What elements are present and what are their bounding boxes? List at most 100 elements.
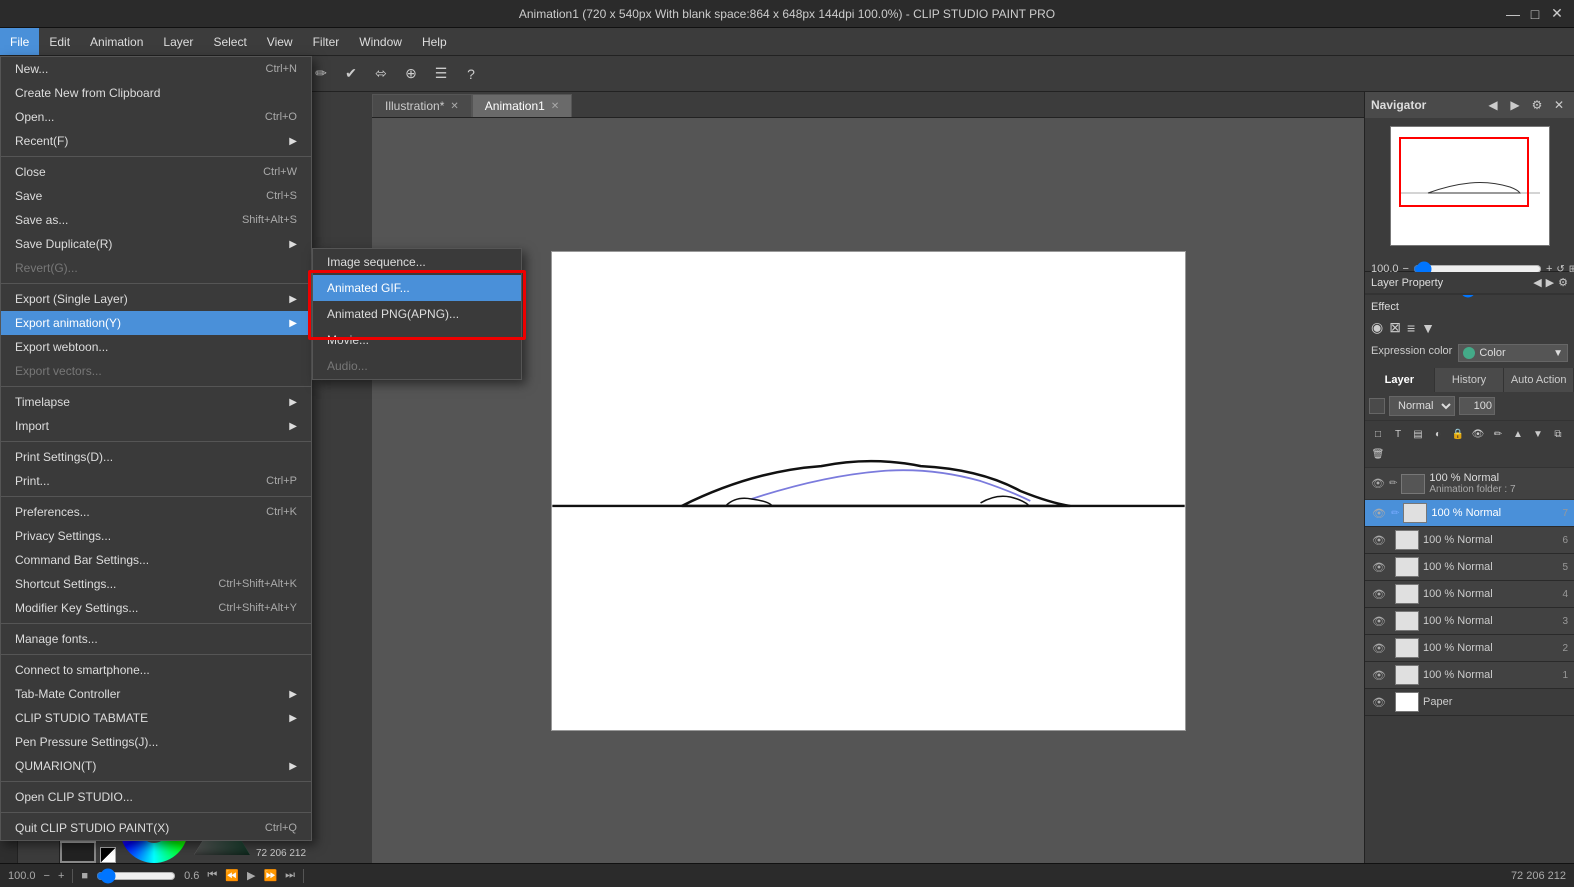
status-zoom-minus[interactable]: −	[44, 870, 50, 882]
li-copy[interactable]: ⧉	[1549, 425, 1567, 443]
menu-animation[interactable]: Animation	[80, 28, 153, 55]
layer-prop-btn-2[interactable]: ▶	[1546, 276, 1554, 289]
status-play-next[interactable]: ⏩	[263, 869, 277, 882]
layer-prop-btn-1[interactable]: ◀	[1533, 276, 1541, 289]
eye-2[interactable]: 👁	[1371, 640, 1387, 656]
li-group[interactable]: ▤	[1409, 425, 1427, 443]
layer-row-5[interactable]: 👁 100 % Normal 5	[1365, 554, 1574, 581]
li-lock[interactable]: 🔒	[1449, 425, 1467, 443]
fm-timelapse[interactable]: Timelapse ▶	[1, 390, 311, 414]
esm-image-sequence[interactable]: Image sequence...	[313, 249, 521, 275]
fm-recent[interactable]: Recent(F) ▶	[1, 129, 311, 153]
menu-window[interactable]: Window	[349, 28, 412, 55]
fm-export-webtoon[interactable]: Export webtoon...	[1, 335, 311, 359]
fm-open[interactable]: Open... Ctrl+O	[1, 105, 311, 129]
status-play-btn[interactable]: ▶	[247, 869, 255, 882]
eye-icon-group[interactable]: 👁	[1371, 477, 1385, 490]
fm-shortcut-settings[interactable]: Shortcut Settings... Ctrl+Shift+Alt+K	[1, 572, 311, 596]
eye-paper[interactable]: 👁	[1371, 694, 1387, 710]
li-delete[interactable]: 🗑	[1369, 445, 1387, 463]
status-frame-slider[interactable]	[96, 868, 176, 884]
nav-gear[interactable]: ⚙	[1528, 96, 1546, 114]
nav-close[interactable]: ✕	[1550, 96, 1568, 114]
li-move-down[interactable]: ▼	[1529, 425, 1547, 443]
color-reset-icon[interactable]	[100, 847, 116, 863]
layer-row-2[interactable]: 👁 100 % Normal 2	[1365, 635, 1574, 662]
fm-open-clip-studio[interactable]: Open CLIP STUDIO...	[1, 785, 311, 809]
layer-group-header[interactable]: 👁 ✏ 100 % Normal Animation folder : 7	[1365, 468, 1574, 500]
fm-preferences[interactable]: Preferences... Ctrl+K	[1, 500, 311, 524]
tab-animation1[interactable]: Animation1 ✕	[472, 94, 572, 117]
fm-modifier-key[interactable]: Modifier Key Settings... Ctrl+Shift+Alt+…	[1, 596, 311, 620]
effect-icon-2[interactable]: ⊠	[1389, 319, 1401, 336]
eye-6[interactable]: 👁	[1371, 532, 1387, 548]
eye-7[interactable]: 👁	[1371, 505, 1387, 521]
expression-color-dropdown[interactable]: Color ▼	[1458, 344, 1568, 362]
layer-row-4[interactable]: 👁 100 % Normal 4	[1365, 581, 1574, 608]
minimize-button[interactable]: —	[1504, 5, 1522, 23]
li-move-up[interactable]: ▲	[1509, 425, 1527, 443]
tab-close-illustration[interactable]: ✕	[450, 101, 458, 112]
status-play-end[interactable]: ⏭	[285, 869, 295, 882]
menu-help[interactable]: Help	[412, 28, 457, 55]
fm-import[interactable]: Import ▶	[1, 414, 311, 438]
effect-icon-dropdown[interactable]: ▼	[1421, 320, 1435, 336]
tab-illustration[interactable]: Illustration* ✕	[372, 94, 472, 117]
fm-command-bar[interactable]: Command Bar Settings...	[1, 548, 311, 572]
layer-tab-auto-action[interactable]: Auto Action	[1504, 368, 1574, 392]
menu-filter[interactable]: Filter	[303, 28, 350, 55]
fm-pen-pressure[interactable]: Pen Pressure Settings(J)...	[1, 730, 311, 754]
fm-save-duplicate[interactable]: Save Duplicate(R) ▶	[1, 232, 311, 256]
tool-btn-12[interactable]: ⬄	[367, 60, 395, 88]
layer-row-6[interactable]: 👁 100 % Normal 6	[1365, 527, 1574, 554]
tool-btn-13[interactable]: ⊕	[397, 60, 425, 88]
menu-layer[interactable]: Layer	[153, 28, 203, 55]
tool-btn-15[interactable]: ?	[457, 60, 485, 88]
layer-tab-layer[interactable]: Layer	[1365, 368, 1435, 392]
fm-close[interactable]: Close Ctrl+W	[1, 160, 311, 184]
fm-connect-smartphone[interactable]: Connect to smartphone...	[1, 658, 311, 682]
li-mask[interactable]: ◐	[1429, 425, 1447, 443]
fm-create-clipboard[interactable]: Create New from Clipboard	[1, 81, 311, 105]
close-button[interactable]: ✕	[1548, 5, 1566, 23]
fm-manage-fonts[interactable]: Manage fonts...	[1, 627, 311, 651]
layer-row-1[interactable]: 👁 100 % Normal 1	[1365, 662, 1574, 689]
nav-btn-2[interactable]: ▶	[1506, 96, 1524, 114]
fm-print-settings[interactable]: Print Settings(D)...	[1, 445, 311, 469]
fm-export-single[interactable]: Export (Single Layer) ▶	[1, 287, 311, 311]
eye-5[interactable]: 👁	[1371, 559, 1387, 575]
menu-select[interactable]: Select	[203, 28, 256, 55]
menu-edit[interactable]: Edit	[39, 28, 80, 55]
canvas-scroll[interactable]	[372, 118, 1364, 863]
fm-tab-mate[interactable]: Tab-Mate Controller ▶	[1, 682, 311, 706]
layer-mode-icon[interactable]	[1369, 398, 1385, 414]
effect-icon-3[interactable]: ≡	[1407, 320, 1415, 336]
fm-quit[interactable]: Quit CLIP STUDIO PAINT(X) Ctrl+Q	[1, 816, 311, 840]
nav-btn-1[interactable]: ◀	[1484, 96, 1502, 114]
menu-view[interactable]: View	[257, 28, 303, 55]
layer-row-paper[interactable]: 👁 Paper	[1365, 689, 1574, 716]
layer-prop-gear[interactable]: ⚙	[1558, 276, 1568, 289]
fm-new[interactable]: New... Ctrl+N	[1, 57, 311, 81]
esm-movie[interactable]: Movie...	[313, 327, 521, 353]
li-T[interactable]: T	[1389, 425, 1407, 443]
eye-4[interactable]: 👁	[1371, 586, 1387, 602]
fm-save[interactable]: Save Ctrl+S	[1, 184, 311, 208]
fm-qumarion[interactable]: QUMARION(T) ▶	[1, 754, 311, 778]
layer-tab-history[interactable]: History	[1435, 368, 1505, 392]
tab-close-animation1[interactable]: ✕	[551, 101, 559, 112]
eye-1[interactable]: 👁	[1371, 667, 1387, 683]
blend-mode-select[interactable]: Normal	[1389, 396, 1455, 416]
layer-row-3[interactable]: 👁 100 % Normal 3	[1365, 608, 1574, 635]
tool-btn-11[interactable]: ✔	[337, 60, 365, 88]
tool-btn-14[interactable]: ☰	[427, 60, 455, 88]
esm-animated-png[interactable]: Animated PNG(APNG)...	[313, 301, 521, 327]
status-play-back[interactable]: ⏮	[207, 869, 217, 882]
menu-file[interactable]: File	[0, 28, 39, 55]
fm-print[interactable]: Print... Ctrl+P	[1, 469, 311, 493]
fm-export-animation[interactable]: Export animation(Y) ▶	[1, 311, 311, 335]
fm-save-as[interactable]: Save as... Shift+Alt+S	[1, 208, 311, 232]
eye-3[interactable]: 👁	[1371, 613, 1387, 629]
maximize-button[interactable]: □	[1526, 5, 1544, 23]
status-zoom-plus[interactable]: +	[58, 870, 64, 882]
